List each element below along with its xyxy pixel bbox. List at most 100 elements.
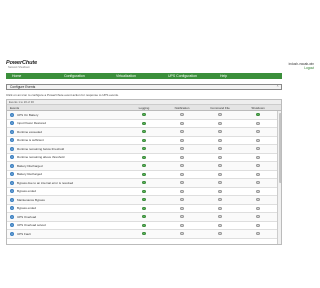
info-icon[interactable]: i <box>10 112 14 117</box>
notification-status-icon[interactable] <box>180 155 184 159</box>
shutdown-status-icon[interactable] <box>256 172 260 176</box>
header-events[interactable]: Events <box>7 105 125 110</box>
logging-status-icon[interactable] <box>142 172 146 176</box>
shutdown-status-icon[interactable] <box>256 138 260 142</box>
command-status-icon[interactable] <box>218 232 222 236</box>
notification-status-icon[interactable] <box>180 181 184 185</box>
nav-virtualization[interactable]: Virtualization <box>116 74 136 78</box>
command-status-icon[interactable] <box>218 121 222 125</box>
logging-status-icon[interactable] <box>142 198 146 202</box>
info-icon[interactable]: i <box>10 172 14 177</box>
info-icon[interactable]: i <box>10 206 14 211</box>
logging-status-icon[interactable] <box>142 130 146 134</box>
nav-configuration[interactable]: Configuration <box>64 74 85 78</box>
info-icon[interactable]: i <box>10 231 14 236</box>
notification-status-icon[interactable] <box>180 198 184 202</box>
command-status-icon[interactable] <box>218 138 222 142</box>
logging-status-icon[interactable] <box>142 206 146 210</box>
table-scrollbar[interactable] <box>277 111 281 244</box>
info-icon[interactable]: i <box>10 163 14 168</box>
info-icon[interactable]: i <box>10 155 14 160</box>
info-icon[interactable]: i <box>10 180 14 185</box>
command-status-icon[interactable] <box>218 198 222 202</box>
header-notification[interactable]: Notification <box>163 105 201 110</box>
command-status-icon[interactable] <box>218 181 222 185</box>
logging-status-icon[interactable] <box>142 215 146 219</box>
info-icon[interactable]: i <box>10 129 14 134</box>
notification-status-icon[interactable] <box>180 232 184 236</box>
info-icon[interactable]: i <box>10 146 14 151</box>
logging-status-icon[interactable] <box>142 121 146 125</box>
info-icon[interactable]: i <box>10 138 14 143</box>
command-status-icon[interactable] <box>218 215 222 219</box>
notification-cell <box>163 113 201 117</box>
command-cell <box>201 198 239 202</box>
notification-status-icon[interactable] <box>180 138 184 142</box>
logging-status-icon[interactable] <box>142 138 146 142</box>
event-label: Runtime remaining above threshold <box>17 155 65 160</box>
logging-status-icon[interactable] <box>142 113 146 117</box>
nav-ups-configuration[interactable]: UPS Configuration <box>168 74 197 78</box>
shutdown-status-icon[interactable] <box>256 232 260 236</box>
logging-status-icon[interactable] <box>142 164 146 168</box>
section-header[interactable]: Configure Events ⌃ <box>6 84 282 90</box>
nav-help[interactable]: Help <box>220 74 227 78</box>
notification-status-icon[interactable] <box>180 147 184 151</box>
header-shutdown[interactable]: Shutdown <box>239 105 277 110</box>
shutdown-status-icon[interactable] <box>256 121 260 125</box>
shutdown-status-icon[interactable] <box>256 130 260 134</box>
logging-status-icon[interactable] <box>142 181 146 185</box>
nav-home[interactable]: Home <box>12 74 21 78</box>
command-status-icon[interactable] <box>218 172 222 176</box>
notification-status-icon[interactable] <box>180 189 184 193</box>
command-status-icon[interactable] <box>218 189 222 193</box>
info-icon[interactable]: i <box>10 189 14 194</box>
notification-status-icon[interactable] <box>180 164 184 168</box>
table-row: i Runtime remaining below threshold <box>7 145 281 154</box>
command-status-icon[interactable] <box>218 113 222 117</box>
event-label: Runtime exceeded <box>17 129 43 134</box>
command-status-icon[interactable] <box>218 147 222 151</box>
command-cell <box>201 215 239 219</box>
logging-status-icon[interactable] <box>142 155 146 159</box>
logging-status-icon[interactable] <box>142 232 146 236</box>
chevron-up-icon[interactable]: ⌃ <box>276 85 279 90</box>
command-cell <box>201 155 239 159</box>
notification-cell <box>163 232 201 236</box>
notification-status-icon[interactable] <box>180 223 184 227</box>
header-logging[interactable]: Logging <box>125 105 163 110</box>
shutdown-status-icon[interactable] <box>256 155 260 159</box>
shutdown-status-icon[interactable] <box>256 181 260 185</box>
logging-status-icon[interactable] <box>142 147 146 151</box>
logging-cell <box>125 113 163 117</box>
shutdown-status-icon[interactable] <box>256 189 260 193</box>
shutdown-status-icon[interactable] <box>256 215 260 219</box>
notification-status-icon[interactable] <box>180 113 184 117</box>
logging-cell <box>125 232 163 236</box>
notification-status-icon[interactable] <box>180 172 184 176</box>
info-icon[interactable]: i <box>10 214 14 219</box>
shutdown-status-icon[interactable] <box>256 198 260 202</box>
info-icon[interactable]: i <box>10 197 14 202</box>
notification-status-icon[interactable] <box>180 215 184 219</box>
info-icon[interactable]: i <box>10 121 14 126</box>
shutdown-status-icon[interactable] <box>256 147 260 151</box>
logging-status-icon[interactable] <box>142 189 146 193</box>
info-icon[interactable]: i <box>10 223 14 228</box>
notification-status-icon[interactable] <box>180 130 184 134</box>
command-status-icon[interactable] <box>218 164 222 168</box>
notification-status-icon[interactable] <box>180 121 184 125</box>
scrollbar-thumb[interactable] <box>278 113 281 183</box>
command-status-icon[interactable] <box>218 223 222 227</box>
command-status-icon[interactable] <box>218 130 222 134</box>
shutdown-status-icon[interactable] <box>256 164 260 168</box>
shutdown-status-icon[interactable] <box>256 113 260 117</box>
logout-link[interactable]: Logout <box>289 66 314 70</box>
header-command-file[interactable]: Command File <box>201 105 239 110</box>
notification-status-icon[interactable] <box>180 206 184 210</box>
command-status-icon[interactable] <box>218 155 222 159</box>
shutdown-status-icon[interactable] <box>256 206 260 210</box>
shutdown-status-icon[interactable] <box>256 223 260 227</box>
logging-status-icon[interactable] <box>142 223 146 227</box>
command-status-icon[interactable] <box>218 206 222 210</box>
